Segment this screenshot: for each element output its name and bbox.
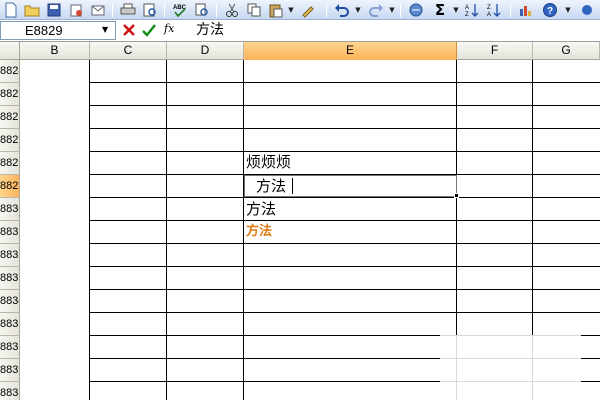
text-cursor: [292, 178, 293, 194]
email-icon[interactable]: [88, 1, 108, 19]
save-icon[interactable]: [44, 1, 64, 19]
cell-border: [90, 82, 600, 83]
svg-text:A: A: [465, 5, 469, 11]
svg-text:?: ?: [547, 6, 553, 17]
cell-border: [90, 220, 600, 221]
print-preview-icon[interactable]: [140, 1, 160, 19]
enter-check-icon[interactable]: [142, 22, 156, 38]
redo-dropdown-icon[interactable]: ▼: [388, 1, 396, 19]
column-header-e[interactable]: E: [244, 42, 457, 60]
cell-e8830[interactable]: 方法: [246, 199, 276, 219]
cell-border: [166, 60, 167, 400]
svg-text:Z: Z: [487, 5, 491, 11]
row-header[interactable]: 8834: [0, 290, 20, 313]
row-header[interactable]: 8830: [0, 198, 20, 221]
help-icon[interactable]: ?: [540, 1, 560, 19]
name-box-dropdown-icon[interactable]: ▼: [102, 25, 108, 34]
cell-border: [89, 60, 90, 400]
row-header[interactable]: 8827: [0, 129, 20, 152]
column-header-f[interactable]: F: [457, 42, 533, 60]
svg-text:Z: Z: [465, 12, 469, 18]
watermark-overlay: [440, 335, 581, 400]
svg-text:A: A: [487, 12, 491, 18]
cell-border: [90, 197, 600, 198]
row-header[interactable]: 8833: [0, 267, 20, 290]
open-folder-icon[interactable]: [22, 1, 42, 19]
zoom-icon[interactable]: [578, 1, 596, 19]
redo-icon[interactable]: [366, 1, 386, 19]
toolbar-separator: [216, 3, 217, 17]
fill-handle[interactable]: [454, 193, 459, 198]
row-header[interactable]: 8835: [0, 313, 20, 336]
new-document-icon[interactable]: [2, 1, 20, 19]
cell-e8828[interactable]: 烦烦烦: [246, 152, 291, 172]
copy-icon[interactable]: [244, 1, 264, 19]
name-box[interactable]: E8829: [0, 21, 116, 40]
cell-border: [90, 243, 600, 244]
research-icon[interactable]: [192, 1, 212, 19]
column-header-g[interactable]: G: [533, 42, 600, 60]
cell-border: [90, 151, 600, 152]
row-header[interactable]: 8831: [0, 221, 20, 244]
row-header[interactable]: 8826: [0, 106, 20, 129]
cell-border: [90, 128, 600, 129]
autosum-dropdown-icon[interactable]: ▼: [452, 1, 460, 19]
cell-e8829[interactable]: 方法: [256, 176, 286, 196]
undo-dropdown-icon[interactable]: ▼: [354, 1, 362, 19]
spelling-icon[interactable]: ABC: [170, 1, 190, 19]
insert-function-button[interactable]: fx: [164, 22, 174, 35]
column-header-row: B C D E F G: [0, 42, 600, 60]
cell-e8831[interactable]: 方法: [246, 223, 272, 241]
autosum-icon[interactable]: Σ: [430, 1, 450, 19]
row-header[interactable]: 8824: [0, 60, 20, 83]
column-header-c[interactable]: C: [90, 42, 167, 60]
cut-icon[interactable]: [222, 1, 242, 19]
column-header-b[interactable]: B: [20, 42, 90, 60]
cell-border: [90, 312, 600, 313]
formula-input[interactable]: 方法: [196, 22, 224, 39]
toolbar-separator: [112, 3, 113, 17]
formula-bar: E8829 ▼ fx 方法: [0, 20, 600, 42]
sort-descending-icon[interactable]: ZA: [484, 1, 504, 19]
column-header-d[interactable]: D: [167, 42, 244, 60]
cell-border: [90, 266, 600, 267]
format-painter-icon[interactable]: [298, 1, 318, 19]
row-header[interactable]: 8837: [0, 359, 20, 382]
help-dropdown-icon[interactable]: ▼: [564, 1, 572, 19]
row-header[interactable]: 8836: [0, 336, 20, 359]
toolbar-separator: [400, 3, 401, 17]
paste-dropdown-icon[interactable]: ▼: [287, 1, 295, 19]
cancel-icon[interactable]: [122, 22, 136, 38]
toolbar-separator: [326, 3, 327, 17]
row-header[interactable]: 8832: [0, 244, 20, 267]
row-header-active[interactable]: 8829: [0, 175, 20, 198]
cell-border: [90, 289, 600, 290]
row-header[interactable]: 8828: [0, 152, 20, 175]
chart-wizard-icon[interactable]: [516, 1, 536, 19]
undo-icon[interactable]: [332, 1, 352, 19]
row-header[interactable]: 8825: [0, 83, 20, 106]
row-header[interactable]: 8838: [0, 382, 20, 400]
hyperlink-icon[interactable]: [406, 1, 426, 19]
cell-border: [243, 60, 244, 400]
standard-toolbar: ABC ▼ ▼ ▼ Σ ▼ AZ ZA ? ▼: [0, 0, 600, 20]
select-all-corner[interactable]: [0, 42, 20, 60]
toolbar-separator: [164, 3, 165, 17]
print-icon[interactable]: [118, 1, 138, 19]
permission-icon[interactable]: [66, 1, 86, 19]
paste-icon[interactable]: [266, 1, 286, 19]
sort-ascending-icon[interactable]: AZ: [462, 1, 482, 19]
toolbar-separator: [510, 3, 511, 17]
cell-border: [90, 105, 600, 106]
